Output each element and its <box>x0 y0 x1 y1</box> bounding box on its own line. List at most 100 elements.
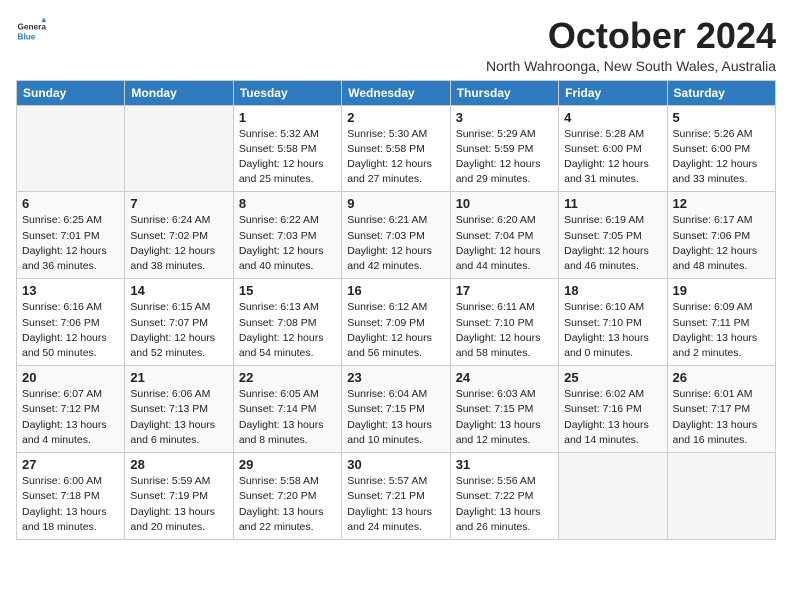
day-number: 29 <box>239 457 336 472</box>
day-number: 8 <box>239 196 336 211</box>
day-info: Sunrise: 6:24 AM Sunset: 7:02 PM Dayligh… <box>130 213 227 274</box>
day-info: Sunrise: 6:10 AM Sunset: 7:10 PM Dayligh… <box>564 300 661 361</box>
day-info: Sunrise: 6:07 AM Sunset: 7:12 PM Dayligh… <box>22 387 119 448</box>
day-number: 10 <box>456 196 553 211</box>
calendar-week-row: 1 Sunrise: 5:32 AM Sunset: 5:58 PM Daylig… <box>17 105 776 192</box>
calendar-cell: 9 Sunrise: 6:21 AM Sunset: 7:03 PM Daylig… <box>342 192 450 279</box>
col-header-friday: Friday <box>559 80 667 105</box>
col-header-wednesday: Wednesday <box>342 80 450 105</box>
day-info: Sunrise: 6:13 AM Sunset: 7:08 PM Dayligh… <box>239 300 336 361</box>
day-info: Sunrise: 6:20 AM Sunset: 7:04 PM Dayligh… <box>456 213 553 274</box>
day-info: Sunrise: 6:12 AM Sunset: 7:09 PM Dayligh… <box>347 300 444 361</box>
calendar-cell: 4 Sunrise: 5:28 AM Sunset: 6:00 PM Daylig… <box>559 105 667 192</box>
day-number: 13 <box>22 283 119 298</box>
calendar-cell: 10 Sunrise: 6:20 AM Sunset: 7:04 PM Dayli… <box>450 192 558 279</box>
day-info: Sunrise: 6:16 AM Sunset: 7:06 PM Dayligh… <box>22 300 119 361</box>
day-number: 31 <box>456 457 553 472</box>
location-subtitle: North Wahroonga, New South Wales, Austra… <box>486 58 776 74</box>
calendar-cell: 7 Sunrise: 6:24 AM Sunset: 7:02 PM Daylig… <box>125 192 233 279</box>
calendar-cell: 25 Sunrise: 6:02 AM Sunset: 7:16 PM Dayli… <box>559 366 667 453</box>
calendar-cell: 28Sunrise: 5:59 AM Sunset: 7:19 PM Dayli… <box>125 453 233 540</box>
calendar-cell: 24 Sunrise: 6:03 AM Sunset: 7:15 PM Dayli… <box>450 366 558 453</box>
day-number: 15 <box>239 283 336 298</box>
day-number: 1 <box>239 110 336 125</box>
calendar-cell <box>667 453 775 540</box>
calendar-week-row: 20Sunrise: 6:07 AM Sunset: 7:12 PM Dayli… <box>17 366 776 453</box>
col-header-monday: Monday <box>125 80 233 105</box>
calendar-cell: 31 Sunrise: 5:56 AM Sunset: 7:22 PM Dayli… <box>450 453 558 540</box>
day-info: Sunrise: 5:59 AM Sunset: 7:19 PM Dayligh… <box>130 474 227 535</box>
calendar-cell: 14 Sunrise: 6:15 AM Sunset: 7:07 PM Dayli… <box>125 279 233 366</box>
day-number: 25 <box>564 370 661 385</box>
day-info: Sunrise: 5:58 AM Sunset: 7:20 PM Dayligh… <box>239 474 336 535</box>
day-number: 12 <box>673 196 770 211</box>
day-info: Sunrise: 6:03 AM Sunset: 7:15 PM Dayligh… <box>456 387 553 448</box>
day-info: Sunrise: 6:17 AM Sunset: 7:06 PM Dayligh… <box>673 213 770 274</box>
day-info: Sunrise: 5:28 AM Sunset: 6:00 PM Dayligh… <box>564 127 661 188</box>
calendar-cell: 15 Sunrise: 6:13 AM Sunset: 7:08 PM Dayli… <box>233 279 341 366</box>
col-header-thursday: Thursday <box>450 80 558 105</box>
day-number: 4 <box>564 110 661 125</box>
calendar-cell: 8Sunrise: 6:22 AM Sunset: 7:03 PM Daylig… <box>233 192 341 279</box>
calendar-cell: 30 Sunrise: 5:57 AM Sunset: 7:21 PM Dayli… <box>342 453 450 540</box>
calendar-cell: 5Sunrise: 5:26 AM Sunset: 6:00 PM Daylig… <box>667 105 775 192</box>
calendar-header-row: SundayMondayTuesdayWednesdayThursdayFrid… <box>17 80 776 105</box>
calendar-cell: 18 Sunrise: 6:10 AM Sunset: 7:10 PM Dayli… <box>559 279 667 366</box>
calendar-week-row: 27Sunrise: 6:00 AM Sunset: 7:18 PM Dayli… <box>17 453 776 540</box>
day-info: Sunrise: 6:21 AM Sunset: 7:03 PM Dayligh… <box>347 213 444 274</box>
calendar-cell: 29 Sunrise: 5:58 AM Sunset: 7:20 PM Dayli… <box>233 453 341 540</box>
logo: General Blue <box>16 16 46 46</box>
day-number: 9 <box>347 196 444 211</box>
calendar-cell: 20Sunrise: 6:07 AM Sunset: 7:12 PM Dayli… <box>17 366 125 453</box>
day-info: Sunrise: 5:32 AM Sunset: 5:58 PM Dayligh… <box>239 127 336 188</box>
day-number: 26 <box>673 370 770 385</box>
calendar-cell <box>125 105 233 192</box>
calendar-cell: 22 Sunrise: 6:05 AM Sunset: 7:14 PM Dayli… <box>233 366 341 453</box>
day-info: Sunrise: 6:02 AM Sunset: 7:16 PM Dayligh… <box>564 387 661 448</box>
month-title: October 2024 <box>486 16 776 56</box>
calendar-cell: 26 Sunrise: 6:01 AM Sunset: 7:17 PM Dayli… <box>667 366 775 453</box>
calendar-table: SundayMondayTuesdayWednesdayThursdayFrid… <box>16 80 776 540</box>
calendar-cell: 17 Sunrise: 6:11 AM Sunset: 7:10 PM Dayli… <box>450 279 558 366</box>
calendar-cell: 6Sunrise: 6:25 AM Sunset: 7:01 PM Daylig… <box>17 192 125 279</box>
col-header-sunday: Sunday <box>17 80 125 105</box>
calendar-cell: 19Sunrise: 6:09 AM Sunset: 7:11 PM Dayli… <box>667 279 775 366</box>
day-number: 24 <box>456 370 553 385</box>
title-area: October 2024 North Wahroonga, New South … <box>486 16 776 74</box>
day-info: Sunrise: 6:01 AM Sunset: 7:17 PM Dayligh… <box>673 387 770 448</box>
calendar-cell: 13 Sunrise: 6:16 AM Sunset: 7:06 PM Dayli… <box>17 279 125 366</box>
col-header-tuesday: Tuesday <box>233 80 341 105</box>
col-header-saturday: Saturday <box>667 80 775 105</box>
day-info: Sunrise: 6:15 AM Sunset: 7:07 PM Dayligh… <box>130 300 227 361</box>
day-number: 22 <box>239 370 336 385</box>
calendar-cell: 11 Sunrise: 6:19 AM Sunset: 7:05 PM Dayli… <box>559 192 667 279</box>
day-number: 16 <box>347 283 444 298</box>
day-number: 21 <box>130 370 227 385</box>
page-header: General Blue October 2024 North Wahroong… <box>16 16 776 74</box>
day-number: 17 <box>456 283 553 298</box>
calendar-cell: 27Sunrise: 6:00 AM Sunset: 7:18 PM Dayli… <box>17 453 125 540</box>
svg-text:Blue: Blue <box>18 32 36 41</box>
day-info: Sunrise: 5:56 AM Sunset: 7:22 PM Dayligh… <box>456 474 553 535</box>
day-info: Sunrise: 6:05 AM Sunset: 7:14 PM Dayligh… <box>239 387 336 448</box>
calendar-cell <box>17 105 125 192</box>
calendar-cell: 16 Sunrise: 6:12 AM Sunset: 7:09 PM Dayli… <box>342 279 450 366</box>
day-number: 14 <box>130 283 227 298</box>
calendar-cell: 3Sunrise: 5:29 AM Sunset: 5:59 PM Daylig… <box>450 105 558 192</box>
day-number: 30 <box>347 457 444 472</box>
day-info: Sunrise: 5:57 AM Sunset: 7:21 PM Dayligh… <box>347 474 444 535</box>
day-info: Sunrise: 6:04 AM Sunset: 7:15 PM Dayligh… <box>347 387 444 448</box>
day-info: Sunrise: 6:19 AM Sunset: 7:05 PM Dayligh… <box>564 213 661 274</box>
day-info: Sunrise: 6:06 AM Sunset: 7:13 PM Dayligh… <box>130 387 227 448</box>
calendar-week-row: 13 Sunrise: 6:16 AM Sunset: 7:06 PM Dayli… <box>17 279 776 366</box>
logo-icon: General Blue <box>16 16 46 46</box>
day-number: 18 <box>564 283 661 298</box>
day-info: Sunrise: 6:11 AM Sunset: 7:10 PM Dayligh… <box>456 300 553 361</box>
day-info: Sunrise: 5:29 AM Sunset: 5:59 PM Dayligh… <box>456 127 553 188</box>
svg-text:General: General <box>18 23 47 32</box>
calendar-cell: 12 Sunrise: 6:17 AM Sunset: 7:06 PM Dayli… <box>667 192 775 279</box>
calendar-cell: 2Sunrise: 5:30 AM Sunset: 5:58 PM Daylig… <box>342 105 450 192</box>
day-number: 7 <box>130 196 227 211</box>
calendar-cell <box>559 453 667 540</box>
day-number: 11 <box>564 196 661 211</box>
